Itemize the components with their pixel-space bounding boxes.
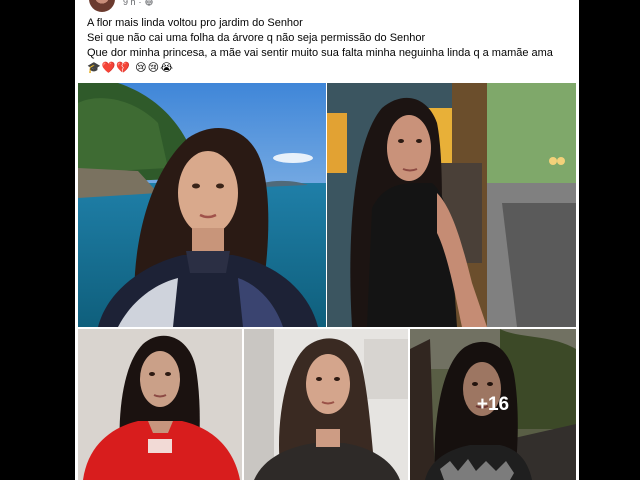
post-line: Que dor minha princesa, a mãe vai sentir… bbox=[87, 47, 553, 59]
avatar[interactable] bbox=[89, 0, 115, 12]
post-time[interactable]: 9 h bbox=[123, 0, 136, 7]
more-photos-count: +16 bbox=[476, 393, 510, 415]
gallery-photo-2[interactable] bbox=[327, 83, 576, 327]
post-message: A flor mais linda voltou pro jardim do S… bbox=[87, 16, 573, 76]
post-line: Sei que não cai uma folha da árvore q nã… bbox=[87, 32, 426, 44]
meta-separator: · bbox=[138, 0, 142, 7]
photo-street-portrait bbox=[327, 83, 576, 327]
post-meta: 9 h · bbox=[123, 0, 153, 7]
gallery-photo-1[interactable] bbox=[78, 83, 326, 327]
globe-icon bbox=[144, 0, 153, 6]
more-photos-overlay[interactable]: +16 bbox=[410, 329, 576, 480]
gallery-photo-4[interactable] bbox=[244, 329, 408, 480]
photo-beach-selfie bbox=[78, 83, 326, 327]
post-emojis: 🎓❤️💔 😢😢😭 bbox=[87, 62, 174, 74]
gallery-photo-3[interactable] bbox=[78, 329, 242, 480]
post-card: 9 h · A flor mais linda voltou pro jardi… bbox=[75, 0, 579, 480]
post-header: 9 h · bbox=[75, 0, 579, 12]
post-line: A flor mais linda voltou pro jardim do S… bbox=[87, 17, 303, 29]
photo-red-shirt bbox=[78, 329, 242, 480]
gallery-photo-5[interactable]: +16 bbox=[410, 329, 576, 480]
photo-indoor-portrait bbox=[244, 329, 408, 480]
